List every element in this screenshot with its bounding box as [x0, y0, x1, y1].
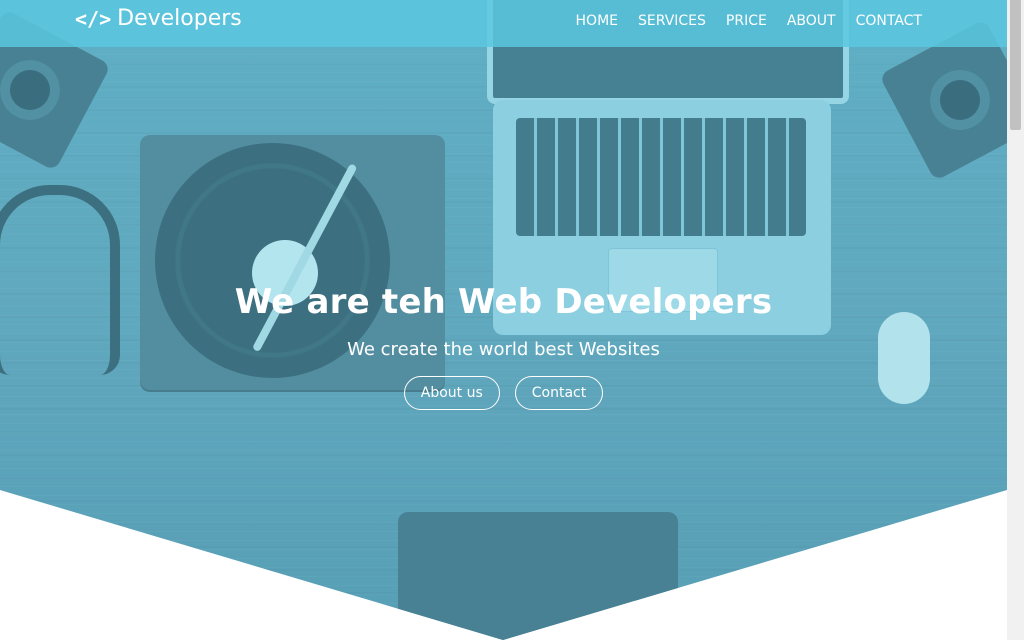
hero-section: We are teh Web Developers We create the … [0, 0, 1007, 640]
nav-item-services[interactable]: SERVICES [638, 13, 706, 29]
nav-item-home[interactable]: HOME [576, 13, 618, 29]
vertical-scrollbar[interactable] [1007, 0, 1024, 640]
hero-title: We are teh Web Developers [234, 282, 773, 322]
nav-item-contact[interactable]: CONTACT [856, 13, 922, 29]
code-icon: </> [75, 6, 112, 31]
nav-item-about[interactable]: ABOUT [787, 13, 836, 29]
main-nav: HOME SERVICES PRICE ABOUT CONTACT [576, 13, 922, 29]
hero-buttons: About us Contact [0, 376, 1007, 410]
about-us-button[interactable]: About us [403, 376, 500, 410]
hero-content: We are teh Web Developers We create the … [0, 282, 1007, 410]
hero-subtitle: We create the world best Websites [347, 339, 660, 360]
top-navbar: </> Developers HOME SERVICES PRICE ABOUT… [0, 0, 1007, 47]
contact-button[interactable]: Contact [514, 376, 604, 410]
scrollbar-thumb[interactable] [1010, 0, 1021, 130]
nav-item-price[interactable]: PRICE [726, 13, 767, 29]
page: We are teh Web Developers We create the … [0, 0, 1007, 640]
brand-logo[interactable]: </> Developers [75, 6, 242, 31]
brand-name: Developers [117, 6, 242, 31]
